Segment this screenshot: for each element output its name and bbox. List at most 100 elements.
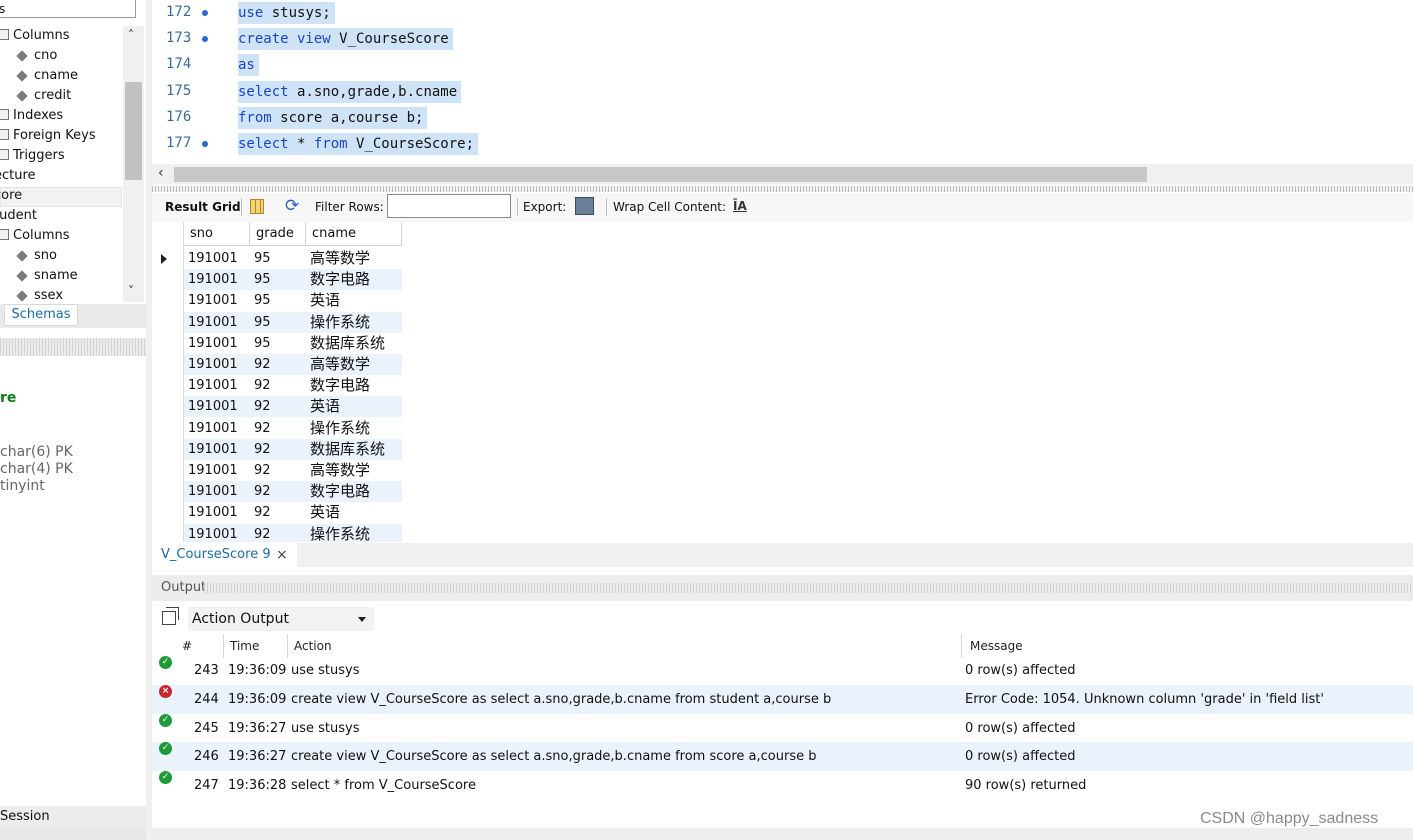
cell-grade[interactable]: 92 xyxy=(254,481,271,502)
export-icon[interactable] xyxy=(575,197,594,215)
form-editor-icon[interactable] xyxy=(250,199,264,214)
tab-result-v-coursescore[interactable]: V_CourseScore 9 × xyxy=(152,543,297,567)
cell-grade[interactable]: 92 xyxy=(254,502,271,523)
tree-item-column[interactable]: ssex xyxy=(16,286,63,306)
tree-item-folder[interactable]: Foreign Keys xyxy=(0,126,96,146)
cell-cname[interactable]: 数字电路 xyxy=(310,481,370,502)
column-header-message[interactable]: Message xyxy=(962,634,1413,658)
cell-sno[interactable]: 191001 xyxy=(188,439,238,460)
cell-sno[interactable]: 191001 xyxy=(188,333,238,354)
scroll-thumb[interactable] xyxy=(125,82,142,180)
cell-grade[interactable]: 95 xyxy=(254,290,271,311)
cell-grade[interactable]: 95 xyxy=(254,269,271,290)
tree-item-folder[interactable]: Indexes xyxy=(0,106,63,126)
tree-item-folder[interactable]: Triggers xyxy=(0,146,65,166)
scroll-up-icon[interactable]: ˄ xyxy=(128,28,134,42)
result-grid-button[interactable]: Result Grid xyxy=(165,200,241,214)
cell-sno[interactable]: 191001 xyxy=(188,418,238,439)
code-line[interactable]: select a.sno,grade,b.cname xyxy=(238,80,462,103)
cell-grade[interactable]: 92 xyxy=(254,396,271,417)
cell-grade[interactable]: 92 xyxy=(254,418,271,439)
tree-item-column[interactable]: sname xyxy=(16,266,78,286)
code-line[interactable]: from score a,course b; xyxy=(238,106,428,129)
table-row[interactable]: 191001 95 数据库系统 xyxy=(184,333,402,354)
cell-sno[interactable]: 191001 xyxy=(188,375,238,396)
table-row[interactable]: 191001 92 数据库系统 xyxy=(184,438,402,460)
scroll-thumb[interactable] xyxy=(174,167,1147,182)
cell-sno[interactable]: 191001 xyxy=(188,354,238,375)
cell-grade[interactable]: 92 xyxy=(254,354,271,375)
table-row[interactable]: 191001 92 高等数学 xyxy=(184,354,402,375)
cell-cname[interactable]: 英语 xyxy=(310,396,340,417)
tree-item-column[interactable]: credit xyxy=(16,86,71,106)
output-row[interactable]: ✓ 246 19:36:27 create view V_CourseScore as… xyxy=(152,742,1413,772)
cell-cname[interactable]: 数字电路 xyxy=(310,375,370,396)
cell-grade[interactable]: 92 xyxy=(254,460,271,481)
cell-cname[interactable]: 操作系统 xyxy=(310,524,370,542)
cell-grade[interactable]: 95 xyxy=(254,248,271,269)
cell-cname[interactable]: 数字电路 xyxy=(310,269,370,290)
cell-cname[interactable]: 操作系统 xyxy=(310,418,370,439)
column-header-grade[interactable]: grade xyxy=(250,222,306,246)
cell-grade[interactable]: 92 xyxy=(254,439,271,460)
tree-scrollbar[interactable]: ˄ ˅ xyxy=(123,26,144,302)
tree-item-column[interactable]: cno xyxy=(16,46,57,66)
scroll-down-icon[interactable]: ˅ xyxy=(128,284,134,298)
output-row[interactable]: × 244 19:36:09 create view V_CourseScore as… xyxy=(152,684,1413,714)
table-row[interactable]: 191001 92 数字电路 xyxy=(184,375,402,396)
cell-sno[interactable]: 191001 xyxy=(188,248,238,269)
wrap-cell-icon[interactable]: ĪA xyxy=(733,199,747,213)
table-row[interactable]: 191001 92 操作系统 xyxy=(184,418,402,439)
output-row[interactable]: ✓ 243 19:36:09 use stusys 0 row(s) affected xyxy=(152,656,1413,685)
tab-schemas[interactable]: Schemas xyxy=(4,304,78,326)
code-line[interactable]: select * from V_CourseScore; xyxy=(238,133,479,155)
table-row[interactable]: 191001 92 英语 xyxy=(184,396,402,418)
tab-session[interactable]: Session xyxy=(0,806,146,828)
cell-cname[interactable]: 英语 xyxy=(310,290,340,311)
editor-results-splitter[interactable] xyxy=(152,186,1413,192)
cell-sno[interactable]: 191001 xyxy=(188,312,238,333)
tree-item-table[interactable]: tudent xyxy=(0,206,37,226)
table-row[interactable]: 191001 95 操作系统 xyxy=(184,311,402,333)
tree-item-table[interactable]: ecture xyxy=(0,166,36,186)
code-line[interactable]: create view V_CourseScore xyxy=(238,28,453,51)
cell-sno[interactable]: 191001 xyxy=(188,396,238,417)
output-row[interactable]: ✓ 247 19:36:28 select * from V_CourseScore 9… xyxy=(152,771,1413,800)
copy-icon[interactable] xyxy=(162,607,179,625)
column-header-number[interactable]: # xyxy=(176,634,224,658)
schema-search-input[interactable]: s xyxy=(0,0,136,18)
column-header-time[interactable]: Time xyxy=(224,634,288,658)
output-row[interactable]: ✓ 245 19:36:27 use stusys 0 row(s) affected xyxy=(152,713,1413,743)
cell-grade[interactable]: 92 xyxy=(254,524,271,542)
cell-cname[interactable]: 高等数学 xyxy=(310,460,370,481)
scroll-left-icon[interactable]: ‹ xyxy=(158,165,164,181)
cell-cname[interactable]: 高等数学 xyxy=(310,354,370,375)
table-row[interactable]: 191001 92 操作系统 xyxy=(184,523,402,542)
output-type-select[interactable]: Action Output xyxy=(188,607,374,631)
cell-cname[interactable]: 英语 xyxy=(310,502,340,523)
cell-cname[interactable]: 操作系统 xyxy=(310,312,370,333)
cell-grade[interactable]: 92 xyxy=(254,375,271,396)
cell-sno[interactable]: 191001 xyxy=(188,481,238,502)
code-line[interactable]: use stusys; xyxy=(238,2,335,24)
cell-cname[interactable]: 数据库系统 xyxy=(310,333,385,354)
cell-sno[interactable]: 191001 xyxy=(188,460,238,481)
sql-editor[interactable]: 172 use stusys; 173 create view V_CourseSco… xyxy=(152,0,1413,164)
cell-sno[interactable]: 191001 xyxy=(188,269,238,290)
table-row[interactable]: 191001 92 数字电路 xyxy=(184,481,402,503)
table-row[interactable]: 191001 92 高等数学 xyxy=(184,460,402,481)
editor-horizontal-scrollbar[interactable]: ‹ xyxy=(152,164,1413,184)
cell-grade[interactable]: 95 xyxy=(254,333,271,354)
cell-grade[interactable]: 95 xyxy=(254,312,271,333)
tree-item-folder[interactable]: Columns xyxy=(0,226,70,246)
table-row[interactable]: 191001 95 英语 xyxy=(184,290,402,311)
table-row[interactable]: 191001 95 数字电路 xyxy=(184,269,402,291)
code-line[interactable]: as xyxy=(238,54,259,77)
column-header-cname[interactable]: cname xyxy=(306,222,402,246)
close-icon[interactable]: × xyxy=(276,543,288,567)
refresh-icon[interactable]: ⟳ xyxy=(285,196,299,216)
tree-item-folder[interactable]: Columns xyxy=(0,26,70,46)
table-row[interactable]: 191001 95 高等数学 xyxy=(184,248,402,269)
column-header-sno[interactable]: sno xyxy=(184,222,250,246)
filter-rows-input[interactable] xyxy=(387,194,511,218)
